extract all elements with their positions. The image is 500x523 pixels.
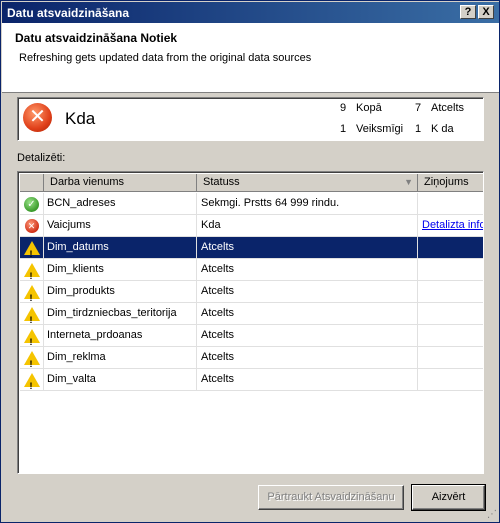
grid-rows: ✓ BCN_adreses Sekmgi. Prstts 64 999 rindu.… xyxy=(20,193,483,391)
row-work-item: Dim_tirdzniecbas_teritorija xyxy=(44,303,197,325)
column-header-status-label: Statuss xyxy=(203,176,240,188)
window-title: Datu atsvaidzināšana xyxy=(7,5,130,20)
column-header-status[interactable]: Statuss ▼ xyxy=(197,174,418,192)
total-count: 9 xyxy=(340,102,347,114)
stop-refresh-button[interactable]: Pārtraukt Atsvaidzināšanu xyxy=(258,485,404,510)
sort-arrow-icon: ▼ xyxy=(404,177,413,187)
row-status: Kda xyxy=(197,215,418,237)
error-count: 1 xyxy=(415,123,422,135)
column-header-icon[interactable] xyxy=(20,174,44,192)
row-message-cell xyxy=(418,281,483,303)
row-message-cell xyxy=(418,347,483,369)
table-row[interactable]: ! Dim_tirdzniecbas_teritorija Atcelts xyxy=(20,303,483,325)
error-x-icon: ✕ xyxy=(24,219,39,233)
row-icon-cell: ! xyxy=(20,347,44,369)
row-icon-cell: ! xyxy=(20,325,44,347)
warning-icon: ! xyxy=(23,241,40,259)
title-bar[interactable]: Datu atsvaidzināšana ? X xyxy=(2,2,499,23)
success-check-icon: ✓ xyxy=(24,196,39,212)
warning-icon: ! xyxy=(23,329,40,347)
cancelled-count: 7 xyxy=(415,102,422,114)
row-status: Atcelts xyxy=(197,281,418,303)
column-header-work-item[interactable]: Darba vienums xyxy=(44,174,197,192)
row-status: Atcelts xyxy=(197,259,418,281)
table-row[interactable]: ! Dim_reklma Atcelts xyxy=(20,347,483,369)
success-label: Veiksmīgi xyxy=(356,123,404,135)
warning-icon: ! xyxy=(23,307,40,325)
error-label: K da xyxy=(431,123,454,135)
row-status: Atcelts xyxy=(197,347,418,369)
refresh-dialog: Datu atsvaidzināšana ? X Datu atsvaidzin… xyxy=(0,0,500,523)
resize-grip-icon[interactable]: ⋰ xyxy=(487,509,497,520)
row-work-item: Dim_valta xyxy=(44,369,197,391)
table-row[interactable]: ! Dim_datums Atcelts xyxy=(20,237,483,259)
warning-icon: ! xyxy=(23,351,40,369)
row-status: Sekmgi. Prstts 64 999 rindu. xyxy=(197,193,418,215)
details-label: Detalizēti: xyxy=(17,152,66,164)
row-work-item: BCN_adreses xyxy=(44,193,197,215)
header-title: Datu atsvaidzināšana Notiek xyxy=(15,31,178,45)
row-work-item: Dim_klients xyxy=(44,259,197,281)
table-row[interactable]: ! Dim_valta Atcelts xyxy=(20,369,483,391)
row-status: Atcelts xyxy=(197,237,418,259)
row-message-cell xyxy=(418,237,483,259)
row-icon-cell: ! xyxy=(20,237,44,259)
summary-status: Kda xyxy=(65,109,96,128)
table-row[interactable]: ! Dim_klients Atcelts xyxy=(20,259,483,281)
error-x-icon: ✕ xyxy=(23,103,52,132)
total-label: Kopā xyxy=(356,102,382,114)
table-row[interactable]: ! Dim_produkts Atcelts xyxy=(20,281,483,303)
row-status: Atcelts xyxy=(197,325,418,347)
row-icon-cell: ! xyxy=(20,303,44,325)
row-message-cell xyxy=(418,193,483,215)
row-work-item: Dim_datums xyxy=(44,237,197,259)
row-icon-cell: ! xyxy=(20,259,44,281)
header-subtitle: Refreshing gets updated data from the or… xyxy=(19,52,312,64)
row-message-cell xyxy=(418,369,483,391)
row-work-item: Dim_produkts xyxy=(44,281,197,303)
grid-header: Darba vienums Statuss ▼ Ziņojums xyxy=(20,174,483,192)
row-icon-cell: ✓ xyxy=(20,193,44,215)
row-work-item: Vaicjums xyxy=(44,215,197,237)
header-panel: Datu atsvaidzināšana Notiek Refreshing g… xyxy=(2,23,499,93)
row-work-item: Dim_reklma xyxy=(44,347,197,369)
row-status: Atcelts xyxy=(197,369,418,391)
close-window-button[interactable]: X xyxy=(478,5,494,19)
close-button[interactable]: Aizvērt xyxy=(411,484,486,511)
table-row[interactable]: ! Interneta_prdoanas Atcelts xyxy=(20,325,483,347)
row-message-cell: Detalizta informcija xyxy=(418,215,483,237)
summary-box: ✕ Kda 9 Kopā 7 Atcelts 1 Veiksmīgi 1 K d… xyxy=(17,97,484,141)
warning-icon: ! xyxy=(23,263,40,281)
details-grid[interactable]: Darba vienums Statuss ▼ Ziņojums ✓ BCN_ad… xyxy=(17,171,484,474)
details-link[interactable]: Detalizta informcija xyxy=(422,219,483,231)
row-icon-cell: ! xyxy=(20,281,44,303)
row-work-item: Interneta_prdoanas xyxy=(44,325,197,347)
row-message-cell xyxy=(418,303,483,325)
help-button[interactable]: ? xyxy=(460,5,476,19)
warning-icon: ! xyxy=(23,373,40,391)
row-status: Atcelts xyxy=(197,303,418,325)
table-row[interactable]: ✕ VaicjumsKda Detalizta informcija xyxy=(20,215,483,237)
cancelled-label: Atcelts xyxy=(431,102,465,114)
row-message-cell xyxy=(418,259,483,281)
warning-icon: ! xyxy=(23,285,40,303)
column-header-message[interactable]: Ziņojums xyxy=(418,174,483,192)
table-row[interactable]: ✓ BCN_adreses Sekmgi. Prstts 64 999 rindu. xyxy=(20,193,483,215)
row-message-cell xyxy=(418,325,483,347)
row-icon-cell: ✕ xyxy=(20,215,44,237)
row-icon-cell: ! xyxy=(20,369,44,391)
success-count: 1 xyxy=(340,123,347,135)
